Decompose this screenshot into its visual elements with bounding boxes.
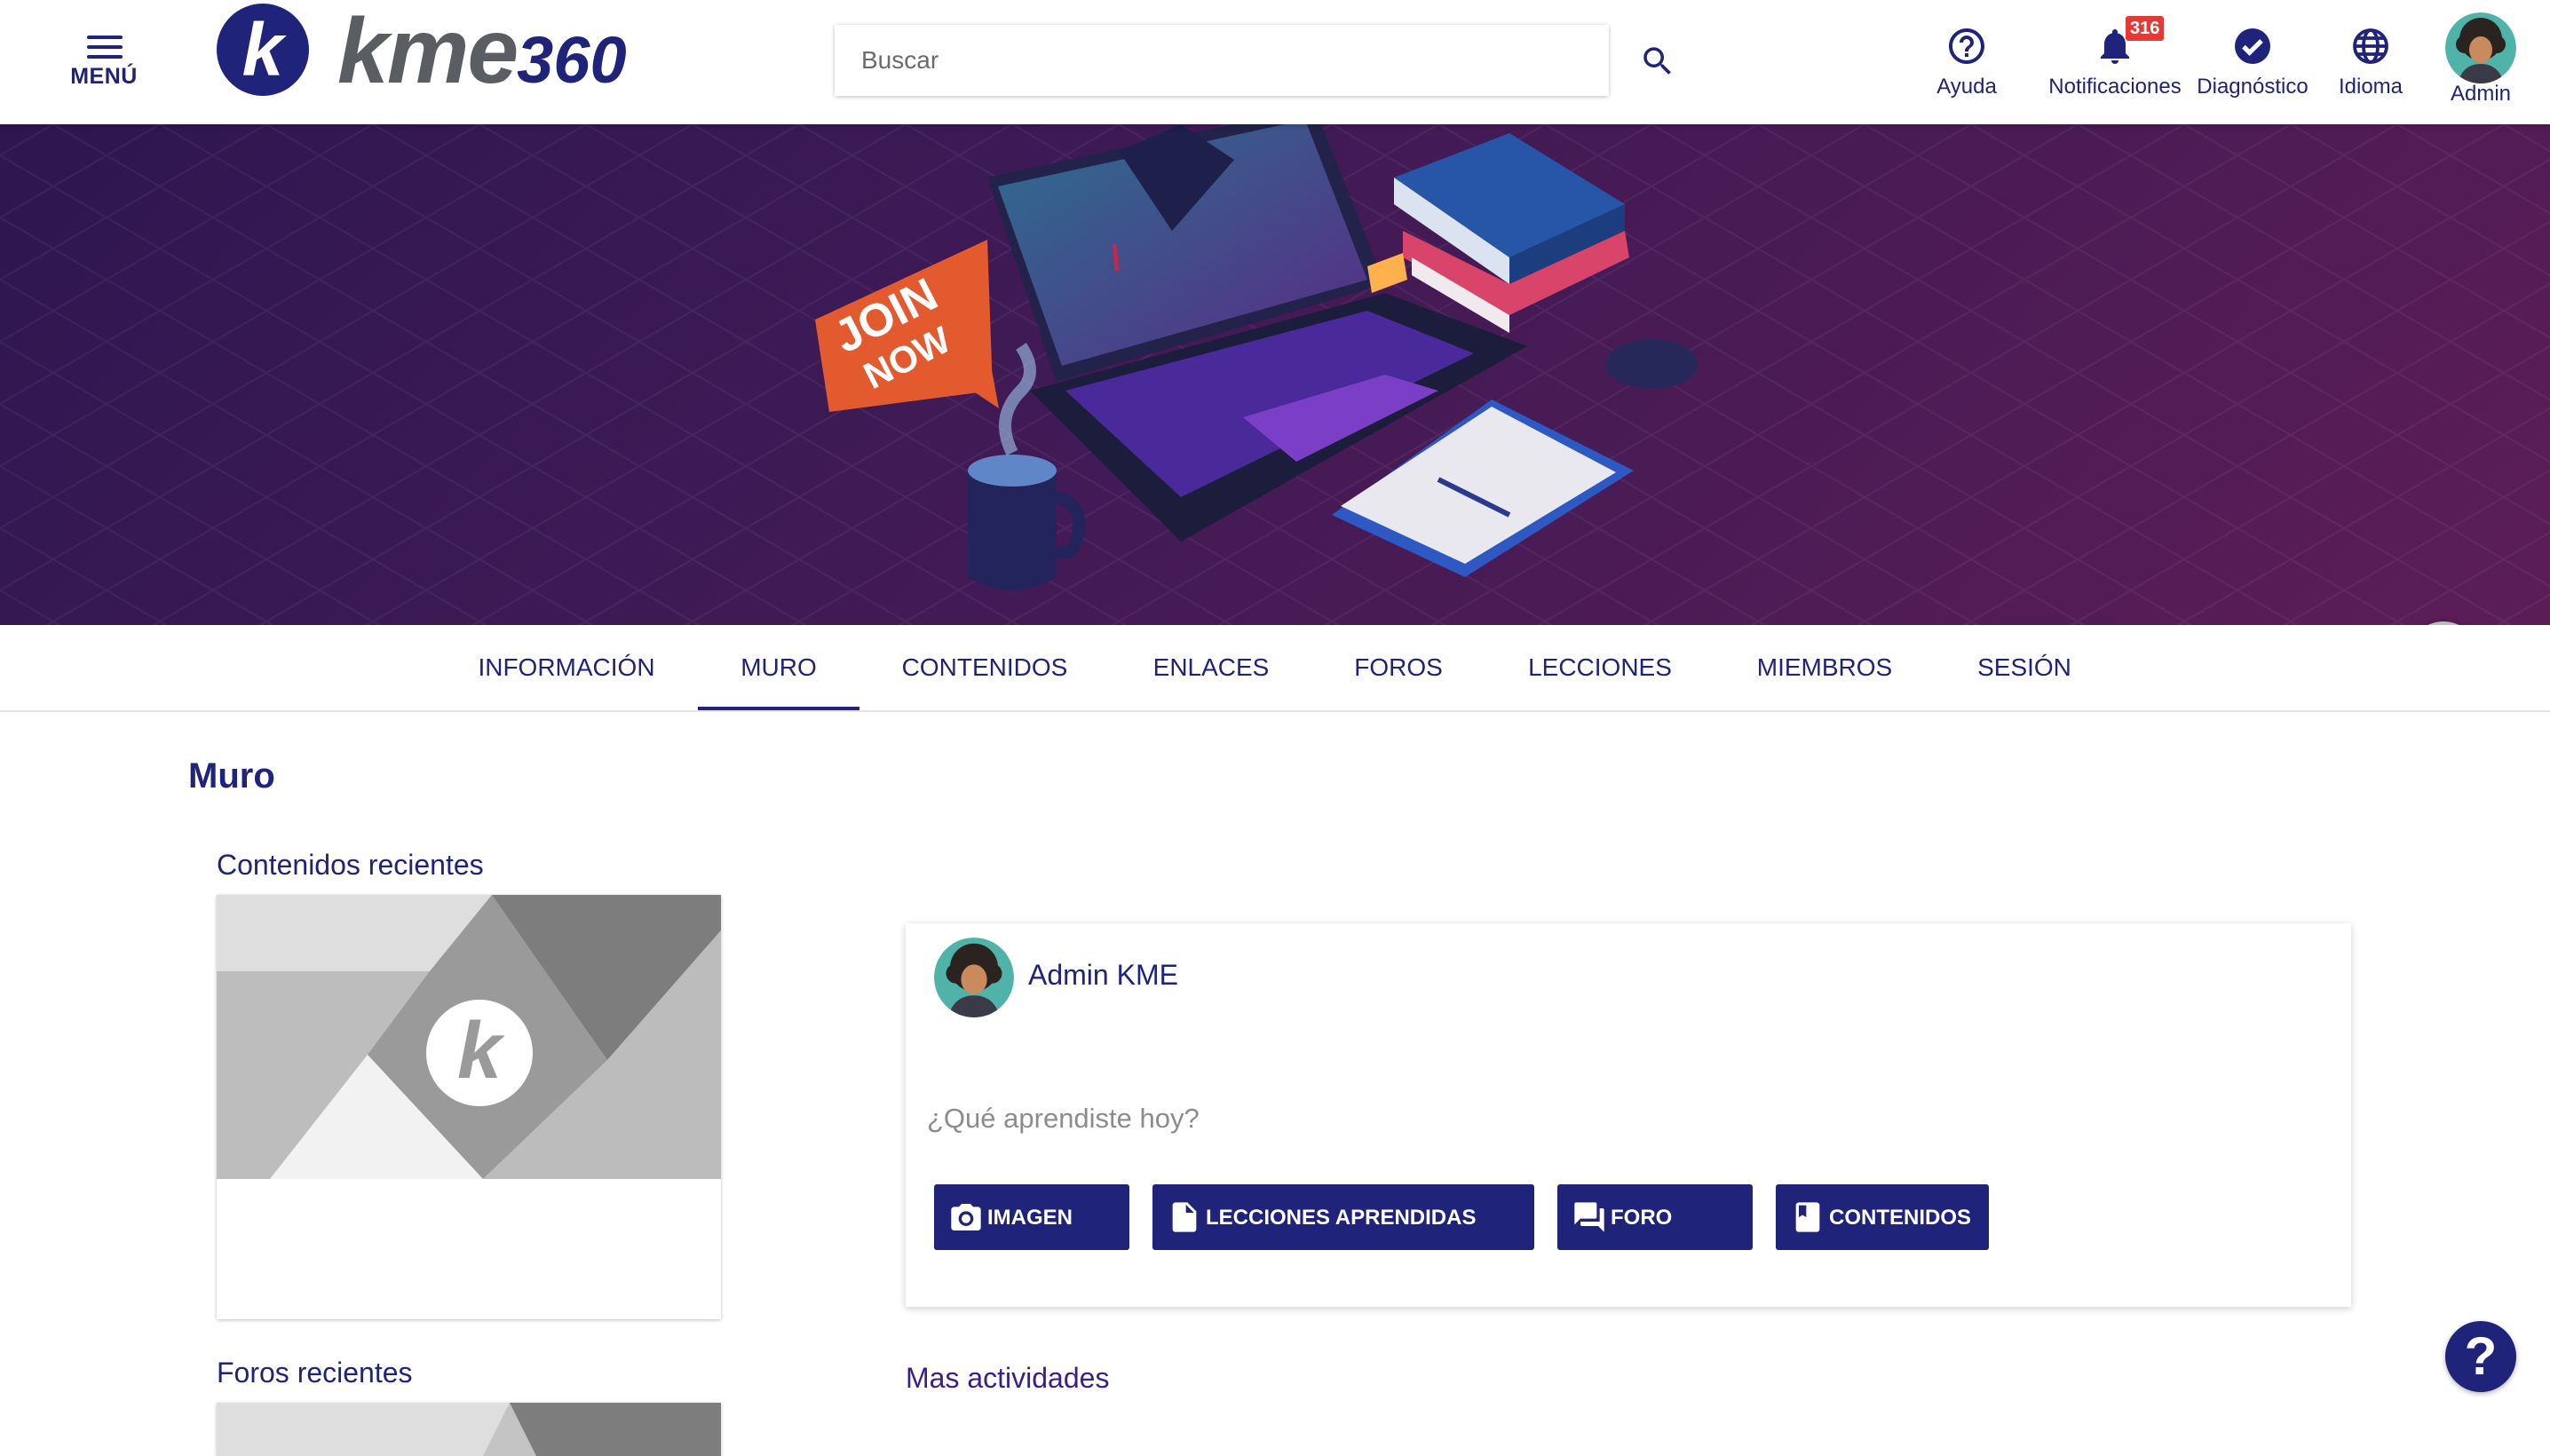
forum-button-label: FORO (1611, 1206, 1673, 1230)
hero-banner: JOIN NOW (0, 124, 2550, 625)
lessons-learned-button-label: LECCIONES APRENDIDAS (1206, 1206, 1477, 1230)
post-text-input[interactable] (927, 1092, 2312, 1145)
nav-help-label: Ayuda (1936, 75, 1997, 99)
menu-button[interactable]: MENÚ (55, 30, 153, 94)
help-circle-icon (1949, 28, 1984, 64)
kme360-logo[interactable]: k kme360 (217, 2, 678, 101)
camera-icon (951, 1204, 981, 1230)
page-title: Muro (188, 756, 275, 795)
hamburger-icon (87, 36, 123, 60)
nav-language[interactable]: Idioma (2332, 23, 2410, 105)
thumbnail-logo-letter: k (457, 1007, 505, 1096)
nav-diagnostic[interactable]: Diagnóstico (2195, 23, 2310, 105)
contents-button[interactable]: CONTENIDOS (1776, 1184, 1989, 1250)
top-bar: MENÚ k kme360 Ayuda Notificaciones 316 D… (0, 0, 2550, 124)
group-tabs: INFORMACIÓN MURO CONTENIDOS ENLACES FORO… (0, 625, 2550, 712)
nav-notifications[interactable]: Notificaciones (2044, 23, 2186, 105)
book-icon (1795, 1202, 1820, 1232)
nav-notifications-label: Notificaciones (2048, 75, 2182, 99)
image-button-label: IMAGEN (987, 1206, 1073, 1230)
menu-label: MENÚ (70, 64, 138, 89)
post-composer-card: Admin KME IMAGEN LECCIONES APRENDIDAS FO… (906, 923, 2351, 1307)
tab-contenidos[interactable]: CONTENIDOS (888, 625, 1081, 710)
image-button[interactable]: IMAGEN (934, 1184, 1129, 1250)
logo-mark: k (217, 4, 309, 96)
search-icon (1643, 47, 1671, 75)
nav-admin[interactable]: Admin (2433, 12, 2529, 106)
search-button[interactable] (1639, 43, 1676, 80)
tab-lecciones[interactable]: LECCIONES (1509, 625, 1691, 710)
forum-icon (1574, 1202, 1604, 1232)
post-author-avatar (934, 938, 1014, 1017)
forum-button[interactable]: FORO (1557, 1184, 1753, 1250)
recent-contents-title: Contenidos recientes (217, 849, 484, 881)
tab-sesion[interactable]: SESIÓN (1962, 625, 2087, 710)
tab-enlaces[interactable]: ENLACES (1138, 625, 1284, 710)
tab-foros[interactable]: FOROS (1339, 625, 1458, 710)
logo-text: kme360 (337, 2, 627, 110)
content-thumbnail: k (217, 895, 721, 1179)
question-mark-icon: ? (2464, 1326, 2498, 1386)
tab-miembros[interactable]: MIEMBROS (1746, 625, 1904, 710)
search-input[interactable] (835, 25, 1609, 96)
hero-illustration: JOIN NOW (0, 124, 2550, 625)
nav-language-label: Idioma (2338, 75, 2403, 99)
help-fab-button[interactable]: ? (2445, 1321, 2516, 1392)
logo-text-main: kme (337, 0, 519, 103)
nav-help[interactable]: Ayuda (1928, 23, 2005, 105)
forum-thumbnail (217, 1403, 721, 1456)
check-circle-icon (2235, 28, 2270, 64)
lessons-learned-button[interactable]: LECCIONES APRENDIDAS (1152, 1184, 1534, 1250)
document-icon (1172, 1202, 1197, 1232)
recent-forums-title: Foros recientes (217, 1357, 413, 1389)
logo-text-number: 360 (517, 23, 627, 97)
admin-avatar (2445, 12, 2516, 83)
globe-icon (2353, 28, 2388, 64)
logo-mark-letter: k (242, 8, 284, 91)
recent-content-card[interactable]: k (217, 895, 721, 1319)
notification-count-badge: 316 (2126, 16, 2165, 41)
nav-diagnostic-label: Diagnóstico (2197, 75, 2308, 99)
more-activities-link[interactable]: Mas actividades (906, 1362, 1109, 1395)
post-author-name: Admin KME (1028, 959, 1178, 991)
recent-forum-card[interactable] (217, 1403, 721, 1456)
search-box (835, 25, 1609, 96)
tab-informacion[interactable]: INFORMACIÓN (462, 625, 671, 710)
contents-button-label: CONTENIDOS (1829, 1206, 1972, 1230)
tab-muro[interactable]: MURO (698, 625, 859, 710)
nav-admin-label: Admin (2450, 82, 2512, 106)
